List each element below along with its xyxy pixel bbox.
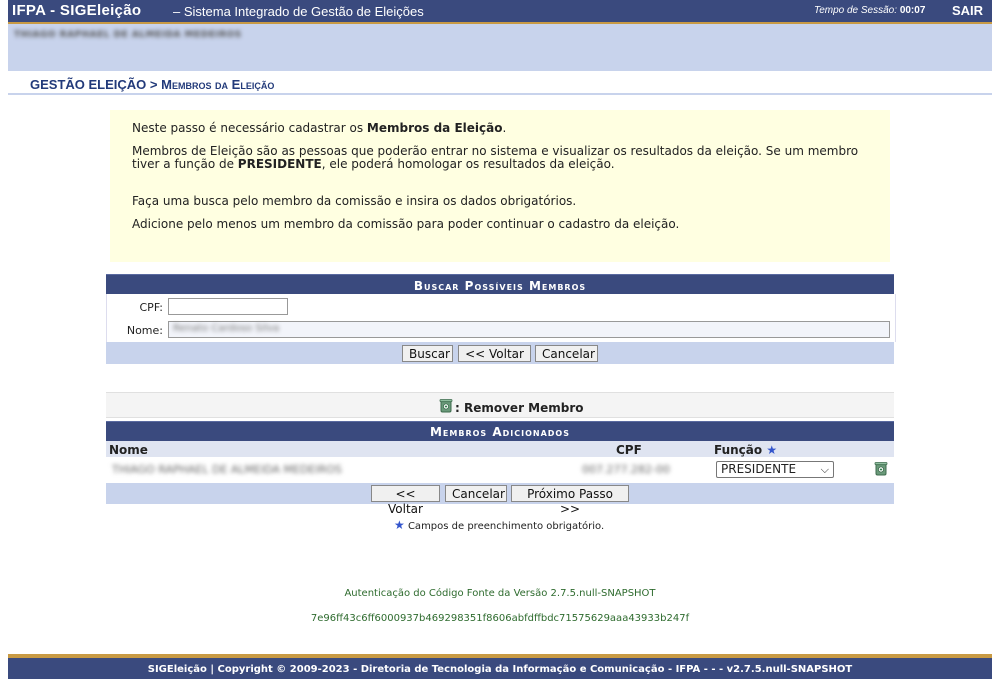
col-name: Nome <box>109 443 148 457</box>
name-label: Nome: <box>126 324 163 337</box>
members-table-header: Nome CPF Função ★ <box>106 441 894 457</box>
search-form: CPF: Nome: Renato Cardoso Silva <box>106 294 896 342</box>
name-value: Renato Cardoso Silva <box>173 323 280 334</box>
search-panel-title: Buscar Possíveis Membros <box>106 274 894 295</box>
cancel-button[interactable]: Cancelar <box>535 345 598 362</box>
next-step-button[interactable]: Próximo Passo >> <box>511 485 629 516</box>
required-note-text: Campos de preenchimento obrigatório. <box>407 521 605 532</box>
members-cancel-button[interactable]: Cancelar <box>445 485 507 502</box>
source-auth-hash: 7e96ff43c6ff6000937b469298351f8606abfdff… <box>310 613 690 624</box>
source-auth-line: Autenticação do Código Fonte da Versão 2… <box>344 588 656 599</box>
members-button-bar: << Voltar Cancelar Próximo Passo >> <box>106 483 894 516</box>
footer: SIGEleição | Copyright © 2009-2023 - Dir… <box>8 654 992 679</box>
user-info-bar: THIAGO RAPHAEL DE ALMEIDA MEDEIROS <box>8 24 992 71</box>
page: IFPA - SIGEleição – Sistema Integrado de… <box>8 0 992 679</box>
table-row: THIAGO RAPHAEL DE ALMEIDA MEDEIROS 007.2… <box>106 457 894 483</box>
session-time: 00:07 <box>899 5 926 16</box>
breadcrumb: Gestão Eleição > Membros da Eleição <box>8 71 992 95</box>
instruction-p2: Membros de Eleição são as pessoas que po… <box>132 145 872 171</box>
name-input[interactable]: Renato Cardoso Silva <box>168 321 890 338</box>
breadcrumb-title: Gestão Eleição > Membros da Eleição <box>30 77 274 92</box>
session-label: Tempo de Sessão: <box>814 5 898 16</box>
back-button[interactable]: << Voltar <box>458 345 531 362</box>
members-panel-title: Membros Adicionados <box>106 421 894 442</box>
instruction-p4: Adicione pelo menos um membro da comissã… <box>132 217 680 231</box>
breadcrumb-current: Membros da Eleição <box>161 77 275 92</box>
member-cpf: 007.277.282-00 <box>582 463 670 476</box>
instruction-p3: Faça uma busca pelo membro da comissão e… <box>132 194 577 208</box>
search-button-bar: Buscar << Voltar Cancelar <box>106 342 894 364</box>
instruction-text: Neste passo é necessário cadastrar os <box>132 121 367 135</box>
instruction-text: , ele poderá homologar os resultados da … <box>321 157 615 171</box>
member-name: THIAGO RAPHAEL DE ALMEIDA MEDEIROS <box>112 463 342 476</box>
role-value: PRESIDENTE <box>721 462 797 476</box>
col-role: Função ★ <box>714 443 777 457</box>
col-cpf: CPF <box>616 443 642 457</box>
legend-remove-label: : Remover Membro <box>455 401 584 415</box>
members-back-button[interactable]: << Voltar <box>371 485 440 516</box>
required-star-icon: ★ <box>394 518 405 532</box>
instruction-p1: Neste passo é necessário cadastrar os Me… <box>132 122 872 135</box>
instruction-text: . <box>502 121 507 135</box>
cpf-input[interactable] <box>168 298 288 315</box>
top-header: IFPA - SIGEleição – Sistema Integrado de… <box>8 0 992 24</box>
instruction-bold: Membros da Eleição <box>366 121 503 135</box>
instruction-bold: PRESIDENTE <box>237 157 322 171</box>
col-role-label: Função <box>714 443 763 457</box>
legend-bar: : Remover Membro <box>106 392 894 418</box>
required-note: ★ Campos de preenchimento obrigatório. <box>394 518 604 532</box>
cpf-label: CPF: <box>139 301 164 314</box>
search-button[interactable]: Buscar <box>402 345 453 362</box>
remove-member-trash-icon[interactable] <box>874 461 888 476</box>
instructions-box: Neste passo é necessário cadastrar os Me… <box>110 110 890 262</box>
app-subtitle: – Sistema Integrado de Gestão de Eleiçõe… <box>173 4 424 19</box>
user-name: THIAGO RAPHAEL DE ALMEIDA MEDEIROS <box>14 30 242 40</box>
session-timer: Tempo de Sessão: 00:07 <box>814 5 925 16</box>
logout-link[interactable]: SAIR <box>952 3 983 18</box>
role-select[interactable]: PRESIDENTE ⌵ <box>716 461 834 478</box>
required-star-icon: ★ <box>766 443 778 457</box>
app-title: IFPA - SIGEleição <box>12 2 142 19</box>
breadcrumb-section: Gestão Eleição > <box>30 77 162 92</box>
trash-icon <box>439 399 453 413</box>
chevron-down-icon: ⌵ <box>820 463 829 476</box>
